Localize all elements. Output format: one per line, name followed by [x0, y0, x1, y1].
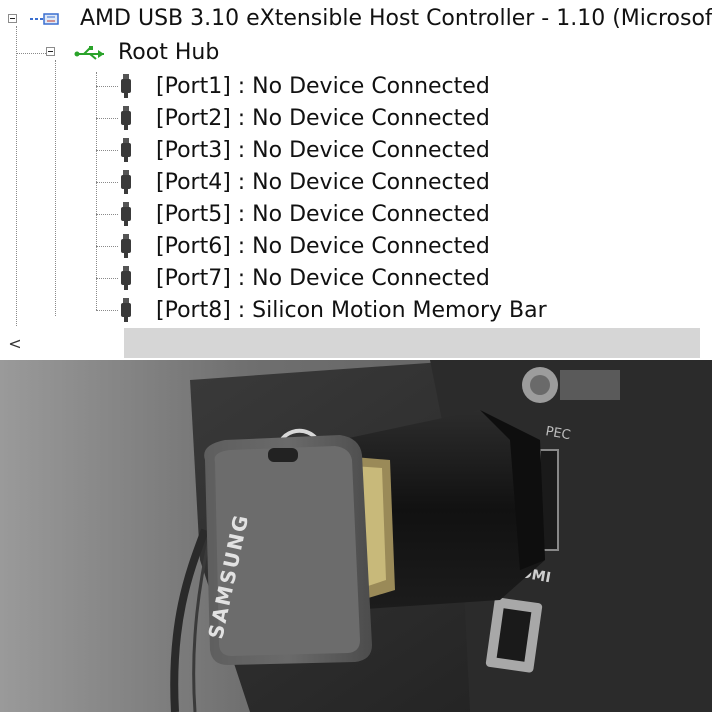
port-label: [Port8] : Silicon Motion Memory Bar — [156, 298, 547, 323]
tree-connector — [96, 246, 118, 247]
usb-port-icon — [121, 202, 131, 226]
root-hub-label: Root Hub — [118, 40, 220, 65]
tree-guide-line — [16, 26, 17, 326]
port-label: [Port3] : No Device Connected — [156, 138, 490, 163]
tree-connector — [96, 150, 118, 151]
tree-connector — [96, 214, 118, 215]
chevron-left-icon: < — [8, 333, 22, 353]
usb-tree-view[interactable]: AMD USB 3.10 eXtensible Host Controller … — [0, 0, 712, 326]
port-label: [Port2] : No Device Connected — [156, 106, 490, 131]
port-label: [Port5] : No Device Connected — [156, 202, 490, 227]
tree-connector — [96, 310, 118, 311]
photo-usb-drive: PEC HDMI SAMSUNG — [0, 360, 712, 712]
usb-port-icon — [121, 298, 131, 322]
horizontal-scrollbar[interactable]: < — [0, 326, 712, 360]
scroll-left-button[interactable]: < — [0, 326, 30, 360]
tree-guide-line — [96, 72, 97, 310]
usb-port-icon — [121, 138, 131, 162]
usb-port-icon — [121, 74, 131, 98]
usb-controller-icon — [30, 13, 59, 25]
usb-port-icon — [121, 234, 131, 258]
collapse-toggle-icon[interactable] — [8, 14, 17, 23]
photo-illustration: PEC HDMI SAMSUNG — [0, 360, 712, 712]
collapse-toggle-icon[interactable] — [46, 47, 55, 56]
usb-hub-icon — [74, 46, 104, 60]
tree-connector — [96, 118, 118, 119]
port-label: [Port1] : No Device Connected — [156, 74, 490, 99]
usb-port-icon — [121, 106, 131, 130]
tree-connector — [96, 86, 118, 87]
tree-connector — [96, 182, 118, 183]
tree-guide-line — [55, 60, 56, 316]
usb-port-icon — [121, 266, 131, 290]
controller-label: AMD USB 3.10 eXtensible Host Controller … — [80, 6, 712, 31]
scrollbar-track[interactable] — [124, 328, 700, 358]
tree-connector — [96, 278, 118, 279]
usb-port-icon — [121, 170, 131, 194]
port-label: [Port4] : No Device Connected — [156, 170, 490, 195]
port-label: [Port7] : No Device Connected — [156, 266, 490, 291]
tree-connector — [16, 53, 46, 54]
port-label: [Port6] : No Device Connected — [156, 234, 490, 259]
